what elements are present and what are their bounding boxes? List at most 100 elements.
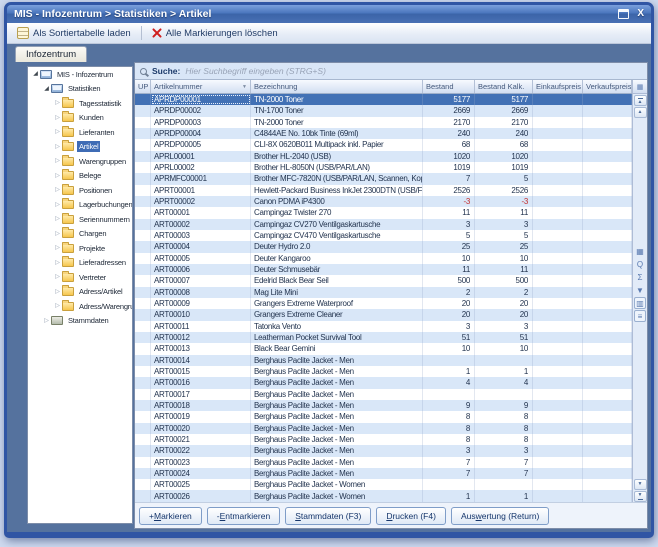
tree-item-lagerbuchungen[interactable]: ▷Lagerbuchungen bbox=[28, 198, 132, 213]
expander-collapsed-icon[interactable]: ▷ bbox=[53, 215, 62, 223]
expander-expanded-icon[interactable]: ◢ bbox=[31, 70, 40, 78]
close-icon[interactable]: X bbox=[637, 9, 644, 19]
stammdaten-f3-button[interactable]: Stammdaten (F3) bbox=[285, 507, 371, 525]
table-row-ART00022[interactable]: ART00022Berghaus Paclite Jacket - Men33 bbox=[135, 445, 632, 456]
table-row-ART00008[interactable]: ART00008Mag Lite Mini22 bbox=[135, 287, 632, 298]
grid-icon[interactable]: ▦ bbox=[634, 245, 646, 257]
expander-collapsed-icon[interactable]: ▷ bbox=[53, 302, 62, 310]
table-row-ART00010[interactable]: ART00010Grangers Extreme Cleaner2020 bbox=[135, 309, 632, 320]
table-row-ART00003[interactable]: ART00003Campingaz CV470 Ventilgaskartusc… bbox=[135, 230, 632, 241]
table-row-ART00009[interactable]: ART00009Grangers Extreme Waterproof2020 bbox=[135, 298, 632, 309]
load-sort-table-button[interactable]: Als Sortiertabelle laden bbox=[12, 26, 136, 40]
table-row-ART00015[interactable]: ART00015Berghaus Paclite Jacket - Men11 bbox=[135, 366, 632, 377]
search-input[interactable] bbox=[185, 65, 642, 78]
table-row-APRDP00001[interactable]: APRDP00001TN-2000 Toner51775177 bbox=[135, 94, 632, 105]
table-row-APRT00001[interactable]: APRT00001Hewlett-Packard Business InkJet… bbox=[135, 185, 632, 196]
table-row-ART00024[interactable]: ART00024Berghaus Paclite Jacket - Men77 bbox=[135, 468, 632, 479]
tree-item-belege[interactable]: ▷Belege bbox=[28, 169, 132, 184]
tree-item-warengruppen[interactable]: ▷Warengruppen bbox=[28, 154, 132, 169]
expander-collapsed-icon[interactable]: ▷ bbox=[53, 288, 62, 296]
markieren-button[interactable]: + Markieren bbox=[139, 507, 202, 525]
expander-collapsed-icon[interactable]: ▷ bbox=[53, 143, 62, 151]
expander-collapsed-icon[interactable]: ▷ bbox=[53, 157, 62, 165]
table-row-ART00023[interactable]: ART00023Berghaus Paclite Jacket - Men77 bbox=[135, 457, 632, 468]
expander-collapsed-icon[interactable]: ▷ bbox=[53, 128, 62, 136]
table-row-APRDP00005[interactable]: APRDP00005CLI-8X 0620B011 Multipack inkl… bbox=[135, 139, 632, 150]
expander-expanded-icon[interactable]: ◢ bbox=[42, 85, 51, 93]
tree-item-tagesstatistik[interactable]: ▷Tagesstatistik bbox=[28, 96, 132, 111]
tab-infozentrum[interactable]: Infozentrum bbox=[15, 46, 87, 62]
expander-collapsed-icon[interactable]: ▷ bbox=[53, 172, 62, 180]
table-row-ART00007[interactable]: ART00007Edelrid Black Bear Seil500500 bbox=[135, 275, 632, 286]
table-row-ART00020[interactable]: ART00020Berghaus Paclite Jacket - Men88 bbox=[135, 423, 632, 434]
table-row-ART00013[interactable]: ART00013Black Bear Gemini1010 bbox=[135, 343, 632, 354]
tree-item-projekte[interactable]: ▷Projekte bbox=[28, 241, 132, 256]
table-row-ART00005[interactable]: ART00005Deuter Kangaroo1010 bbox=[135, 253, 632, 264]
scroll-up-button[interactable]: ▲ bbox=[634, 107, 647, 118]
table-row-ART00001[interactable]: ART00001Campingaz Twister 2701111 bbox=[135, 207, 632, 218]
table-row-ART00014[interactable]: ART00014Berghaus Paclite Jacket - Men bbox=[135, 355, 632, 366]
table-row-ART00021[interactable]: ART00021Berghaus Paclite Jacket - Men88 bbox=[135, 434, 632, 445]
table-row-APRL00002[interactable]: APRL00002Brother HL-8050N (USB/PAR/LAN)1… bbox=[135, 162, 632, 173]
table-row-ART00019[interactable]: ART00019Berghaus Paclite Jacket - Men88 bbox=[135, 411, 632, 422]
drucken-f4-button[interactable]: Drucken (F4) bbox=[376, 507, 446, 525]
clear-marks-button[interactable]: Alle Markierungen löschen bbox=[147, 27, 283, 40]
restore-icon[interactable] bbox=[618, 9, 629, 19]
columns-icon[interactable]: ▥ bbox=[634, 297, 646, 309]
table-row-APRMFC00001[interactable]: APRMFC00001Brother MFC-7820N (USB/PAR/LA… bbox=[135, 173, 632, 184]
table-row-APRDP00004[interactable]: APRDP00004C4844AE No. 10bk Tinte (69ml)2… bbox=[135, 128, 632, 139]
tree-item-lieferadressen[interactable]: ▷Lieferadressen bbox=[28, 256, 132, 271]
column-chooser-icon[interactable]: ▦ bbox=[633, 80, 647, 94]
table-row-ART00025[interactable]: ART00025Berghaus Paclite Jacket - Women bbox=[135, 479, 632, 490]
column-header-bezeichnung[interactable]: Bezeichnung bbox=[251, 80, 423, 93]
menu-icon[interactable]: ≡ bbox=[634, 310, 646, 322]
column-header-verkaufspreis[interactable]: Verkaufspreis bbox=[583, 80, 632, 93]
table-row-APRT00002[interactable]: APRT00002Canon PDMA iP4300-3-3 bbox=[135, 196, 632, 207]
tree-item-chargen[interactable]: ▷Chargen bbox=[28, 227, 132, 242]
expander-collapsed-icon[interactable]: ▷ bbox=[42, 317, 51, 325]
tree-item-kunden[interactable]: ▷Kunden bbox=[28, 111, 132, 126]
table-row-ART00002[interactable]: ART00002Campingaz CV270 Ventilgaskartusc… bbox=[135, 219, 632, 230]
expander-collapsed-icon[interactable]: ▷ bbox=[53, 186, 62, 194]
tree-item-stammdaten[interactable]: ▷Stammdaten bbox=[28, 314, 132, 329]
tree-item-vertreter[interactable]: ▷Vertreter bbox=[28, 270, 132, 285]
tree-item-positionen[interactable]: ▷Positionen bbox=[28, 183, 132, 198]
sum-icon[interactable]: Σ bbox=[634, 271, 646, 283]
table-row-APRDP00002[interactable]: APRDP00002TN-1700 Toner26692669 bbox=[135, 105, 632, 116]
table-row-APRL00001[interactable]: APRL00001Brother HL-2040 (USB)10201020 bbox=[135, 151, 632, 162]
auswertung-return-button[interactable]: Auswertung (Return) bbox=[451, 507, 549, 525]
tree-item-adress-artikel[interactable]: ▷Adress/Artikel bbox=[28, 285, 132, 300]
column-header-bestand-kalk[interactable]: Bestand Kalk. bbox=[475, 80, 533, 93]
tree-item-adress-warengruppen[interactable]: ▷Adress/Warengruppen bbox=[28, 299, 132, 314]
tree-item-seriennummern[interactable]: ▷Seriennummern bbox=[28, 212, 132, 227]
expander-collapsed-icon[interactable]: ▷ bbox=[53, 244, 62, 252]
table-row-ART00004[interactable]: ART00004Deuter Hydro 2.02525 bbox=[135, 241, 632, 252]
table-row-APRDP00003[interactable]: APRDP00003TN-2000 Toner21702170 bbox=[135, 117, 632, 128]
table-row-ART00026[interactable]: ART00026Berghaus Paclite Jacket - Women1… bbox=[135, 490, 632, 501]
tree-item-mis-infozentrum[interactable]: ◢MIS - Infozentrum bbox=[28, 67, 132, 82]
scroll-down-button[interactable]: ▼ bbox=[634, 479, 647, 490]
tree-item-artikel[interactable]: ▷Artikel bbox=[28, 140, 132, 155]
scroll-top-button[interactable]: ▲ bbox=[634, 95, 647, 106]
expander-collapsed-icon[interactable]: ▷ bbox=[53, 201, 62, 209]
magnifier-icon[interactable]: Q bbox=[634, 258, 646, 270]
column-header-artikelnummer[interactable]: Artikelnummer▼ bbox=[151, 80, 251, 93]
expander-collapsed-icon[interactable]: ▷ bbox=[53, 273, 62, 281]
table-row-ART00011[interactable]: ART00011Tatonka Vento33 bbox=[135, 321, 632, 332]
table-row-ART00006[interactable]: ART00006Deuter Schmusebär1111 bbox=[135, 264, 632, 275]
column-header-einkaufspreis[interactable]: Einkaufspreis bbox=[533, 80, 583, 93]
table-row-ART00012[interactable]: ART00012Leatherman Pocket Survival Tool5… bbox=[135, 332, 632, 343]
table-row-ART00017[interactable]: ART00017Berghaus Paclite Jacket - Men bbox=[135, 389, 632, 400]
sort-desc-icon[interactable]: ▼ bbox=[240, 84, 247, 90]
tree-item-statistiken[interactable]: ◢Statistiken bbox=[28, 82, 132, 97]
expander-collapsed-icon[interactable]: ▷ bbox=[53, 99, 62, 107]
table-row-ART00016[interactable]: ART00016Berghaus Paclite Jacket - Men44 bbox=[135, 377, 632, 388]
entmarkieren-button[interactable]: - Entmarkieren bbox=[207, 507, 280, 525]
expander-collapsed-icon[interactable]: ▷ bbox=[53, 114, 62, 122]
scroll-bottom-button[interactable]: ▼ bbox=[634, 491, 647, 502]
expander-collapsed-icon[interactable]: ▷ bbox=[53, 259, 62, 267]
table-row-ART00018[interactable]: ART00018Berghaus Paclite Jacket - Men99 bbox=[135, 400, 632, 411]
column-header-bestand[interactable]: Bestand bbox=[423, 80, 475, 93]
filter-icon[interactable]: ▼ bbox=[634, 284, 646, 296]
column-header-up[interactable]: UP bbox=[135, 80, 151, 93]
